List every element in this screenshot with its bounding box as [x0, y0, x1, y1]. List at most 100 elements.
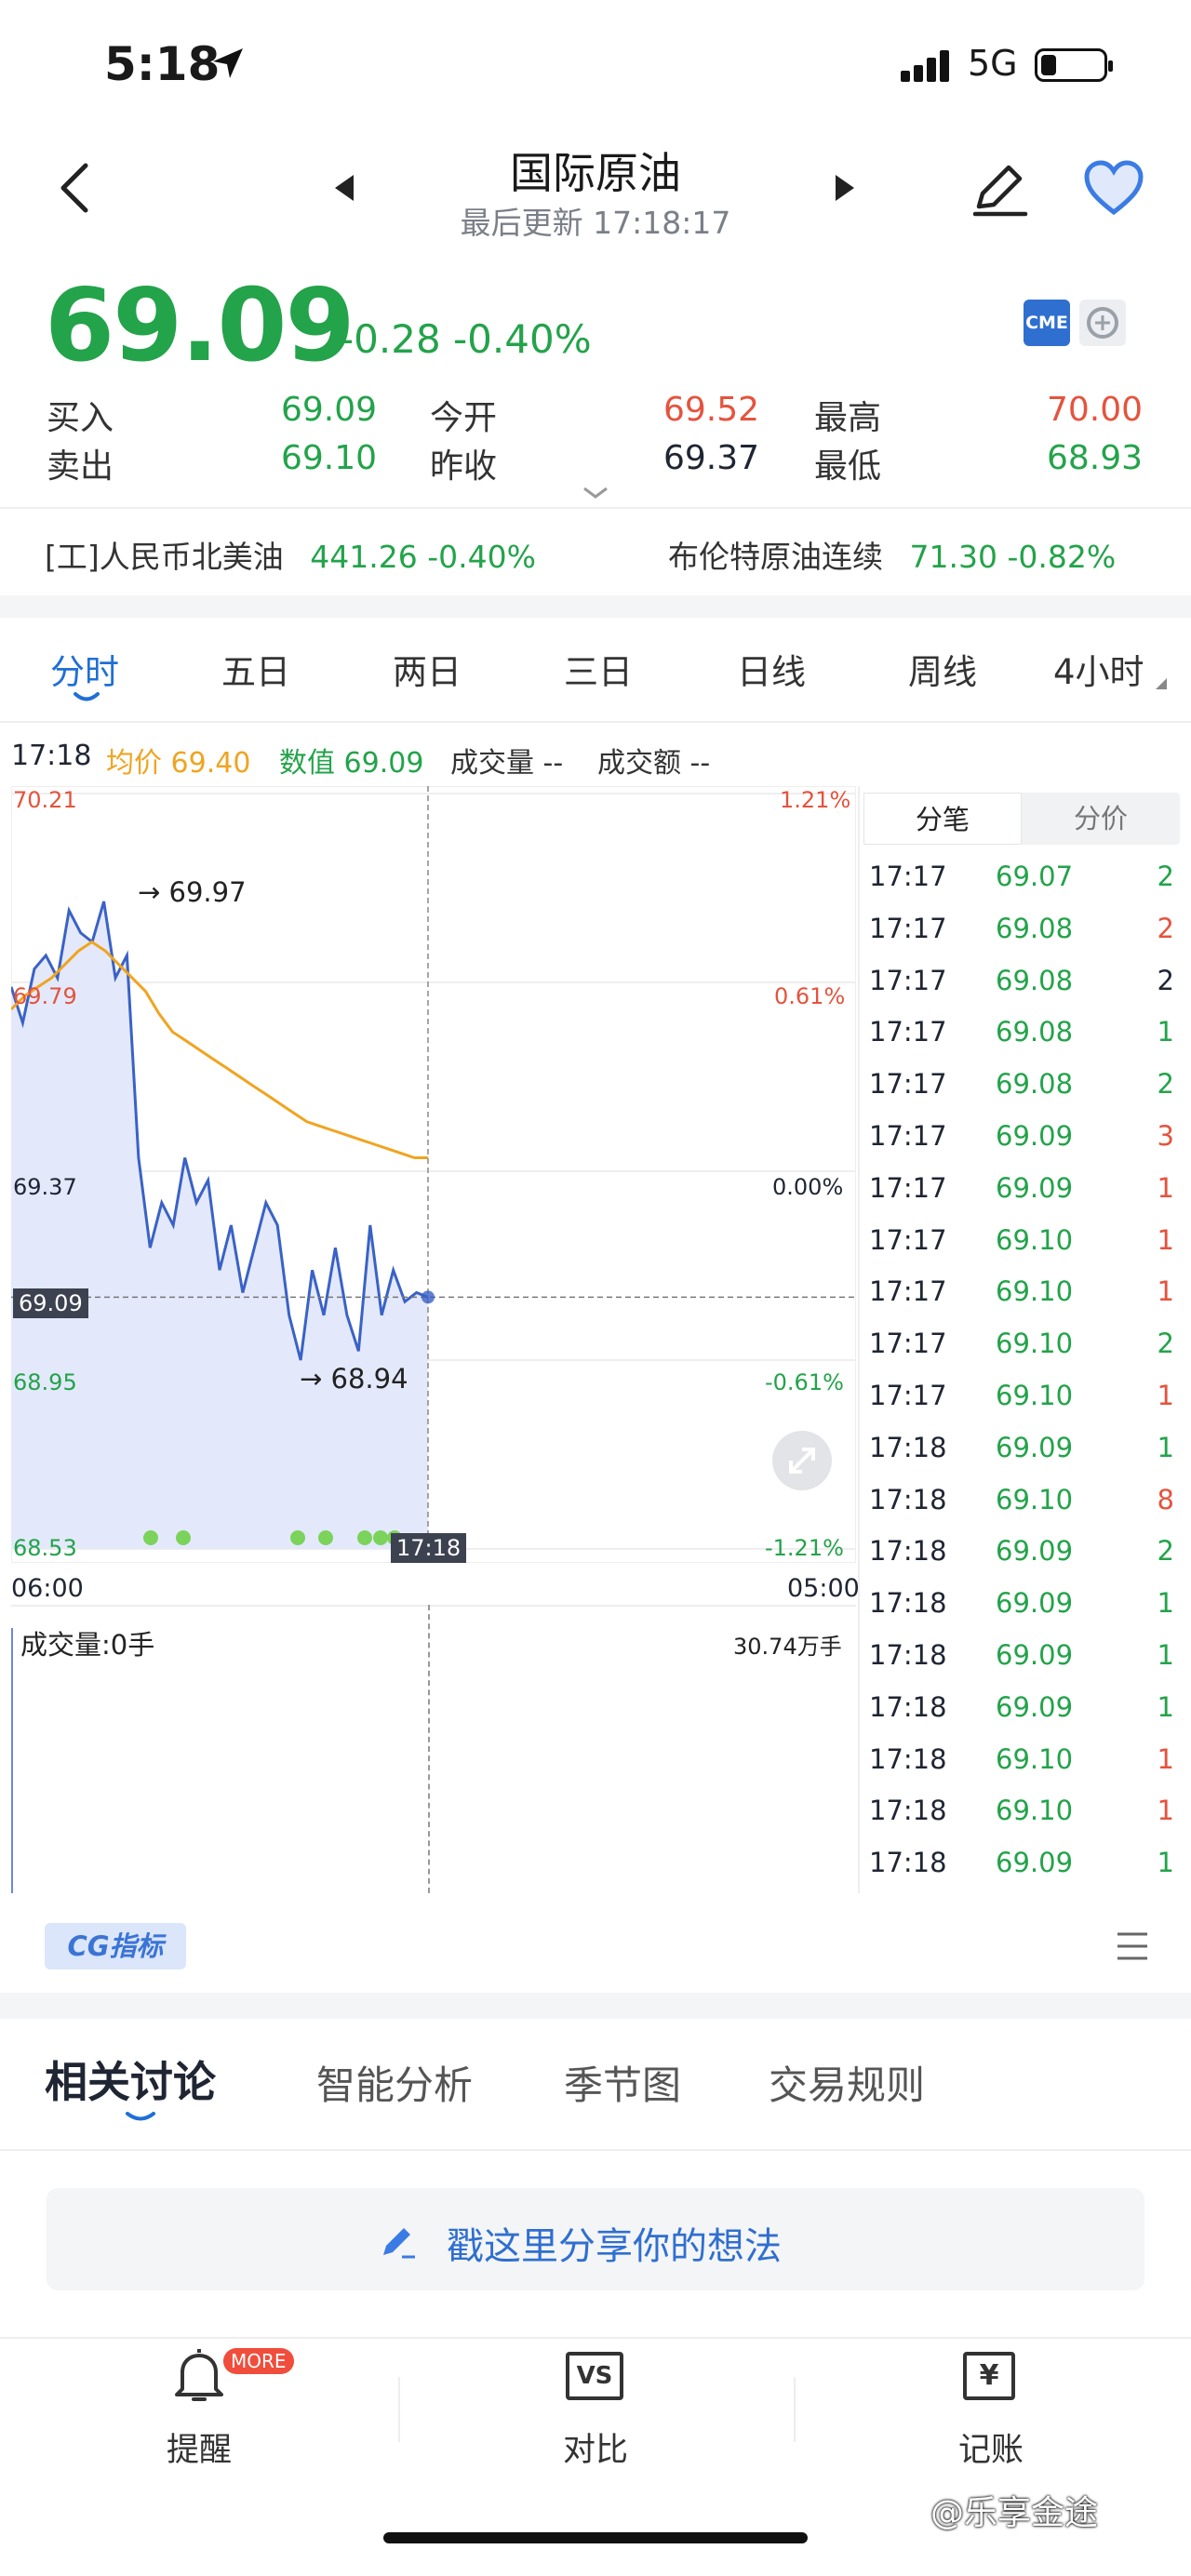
trade-volume: 1	[1157, 1223, 1174, 1256]
cg-indicator-button[interactable]: CG指标	[45, 1923, 186, 1969]
expand-icon	[789, 1448, 815, 1474]
related-instrument-2[interactable]: 布伦特原油连续 71.30 -0.82%	[668, 532, 1116, 577]
x-label-end: 05:00	[787, 1574, 860, 1603]
sell-label: 卖出	[47, 447, 114, 486]
high-value: 70.00	[1046, 391, 1143, 429]
edit-button[interactable]	[970, 158, 1031, 223]
trade-row: 17:17 69.09 3	[865, 1120, 1182, 1171]
trade-time: 17:17	[869, 861, 947, 892]
low-value: 68.93	[1046, 439, 1143, 477]
tab-two-day[interactable]: 两日	[393, 644, 462, 694]
tab-intraday[interactable]: 分时	[50, 644, 119, 694]
trade-price: 69.09	[996, 1690, 1074, 1723]
y-label-current: 69.09	[13, 1288, 88, 1318]
tab-three-day[interactable]: 三日	[564, 644, 633, 694]
trade-price: 69.09	[996, 1587, 1074, 1620]
trade-volume: 1	[1157, 1171, 1174, 1204]
volume-divider	[11, 1605, 856, 1607]
trade-price: 69.09	[996, 1847, 1074, 1879]
ledger-icon-glyph: ¥	[979, 2359, 999, 2392]
trade-volume: 2	[1157, 912, 1174, 944]
trade-row: 17:18 69.10 8	[865, 1484, 1182, 1535]
info-avg: 均价 69.40	[106, 747, 251, 780]
trade-volume: 1	[1157, 1847, 1174, 1879]
trade-price: 69.09	[996, 1431, 1074, 1463]
share-prompt-text: 戳这里分享你的想法	[447, 2225, 782, 2268]
tab-ticks[interactable]: 分笔	[863, 793, 1022, 845]
trade-volume: 1	[1157, 1742, 1174, 1775]
cme-badge: CME	[1024, 300, 1070, 346]
related-instrument-1[interactable]: [工]人民币北美油 441.26 -0.40%	[45, 532, 536, 577]
home-indicator[interactable]	[383, 2532, 808, 2543]
trade-time: 17:18	[869, 1639, 947, 1671]
signal-icon	[901, 48, 957, 86]
triangle-right-icon	[836, 175, 854, 201]
related-2-value: 71.30 -0.82%	[909, 539, 1117, 575]
trade-time: 17:17	[869, 1223, 947, 1256]
y-label-top: 70.21	[13, 787, 77, 813]
high-label: 最高	[814, 399, 882, 437]
tab-five-day[interactable]: 五日	[221, 644, 290, 694]
low-label: 最低	[814, 447, 882, 486]
trade-time: 17:18	[869, 1795, 947, 1827]
trade-price: 69.10	[996, 1223, 1074, 1256]
trade-row: 17:17 69.10 1	[865, 1380, 1182, 1431]
trade-price: 69.10	[996, 1380, 1074, 1411]
tab-price-dist[interactable]: 分价	[1022, 793, 1180, 845]
related-1-name: [工]人民币北美油	[45, 539, 284, 575]
share-thought-button[interactable]: 戳这里分享你的想法	[47, 2188, 1144, 2290]
trade-volume: 1	[1157, 1380, 1174, 1411]
y-pct-zero: 0.00%	[772, 1174, 844, 1200]
last-price: 69.09	[45, 268, 355, 384]
trade-volume: 1	[1157, 1431, 1174, 1463]
sell-value: 69.10	[280, 439, 377, 477]
tab-4hour[interactable]: 4小时	[1053, 644, 1144, 694]
location-arrow-icon	[209, 45, 247, 86]
trade-row: 17:17 69.10 1	[865, 1275, 1182, 1327]
battery-icon	[1035, 48, 1113, 82]
trade-time: 17:18	[869, 1431, 947, 1463]
nav-remind-label: 提醒	[166, 2432, 232, 2469]
info-amount: 成交额 --	[597, 747, 711, 780]
volume-axis	[11, 1628, 13, 1893]
trade-price: 69.10	[996, 1328, 1074, 1360]
trade-volume: 2	[1157, 1068, 1174, 1101]
tab-weekly[interactable]: 周线	[908, 644, 977, 694]
compare-icon: VS	[566, 2352, 623, 2400]
trade-price: 69.08	[996, 1016, 1074, 1048]
volume-crosshair	[428, 1605, 430, 1893]
next-instrument-button[interactable]	[834, 173, 856, 207]
trade-price: 69.09	[996, 1639, 1074, 1671]
heart-icon	[1084, 160, 1144, 216]
related-1-value: 441.26 -0.40%	[310, 539, 536, 575]
hamburger-icon	[1117, 1932, 1147, 1960]
tab-smart-analysis[interactable]: 智能分析	[316, 2054, 473, 2111]
status-time: 5:18	[104, 37, 221, 91]
active-tab-indicator	[73, 688, 100, 706]
tab-trading-rules[interactable]: 交易规则	[769, 2054, 925, 2111]
expand-quote-button[interactable]	[581, 484, 610, 506]
event-dot	[143, 1530, 158, 1545]
nav-separator	[794, 2377, 796, 2442]
favorite-button[interactable]	[1081, 158, 1146, 223]
network-label: 5G	[968, 43, 1018, 84]
tab-discussion[interactable]: 相关讨论	[45, 2049, 216, 2110]
y-pct-top: 1.21%	[780, 787, 851, 813]
nav-separator	[398, 2377, 400, 2442]
low-marker-value: 68.94	[330, 1363, 408, 1395]
trade-row: 17:18 69.09 2	[865, 1535, 1182, 1586]
tab-daily[interactable]: 日线	[737, 644, 806, 694]
trade-time: 17:18	[869, 1535, 947, 1568]
menu-button[interactable]	[1115, 1930, 1150, 1966]
discussion-tab-indicator	[125, 2108, 156, 2126]
tab-price-dist-label: 分价	[1073, 803, 1128, 834]
y-pct-bottom: -1.21%	[765, 1535, 844, 1561]
tab-seasonal-chart[interactable]: 季节图	[564, 2054, 681, 2111]
fullscreen-button[interactable]	[772, 1431, 832, 1490]
bell-icon	[175, 2349, 223, 2401]
trade-price: 69.07	[996, 861, 1074, 892]
open-value: 69.52	[662, 391, 759, 429]
nav-compare-label: 对比	[562, 2432, 628, 2469]
nav-ledger-label: 记账	[957, 2432, 1024, 2469]
y-label-prev-close: 69.37	[13, 1174, 77, 1200]
